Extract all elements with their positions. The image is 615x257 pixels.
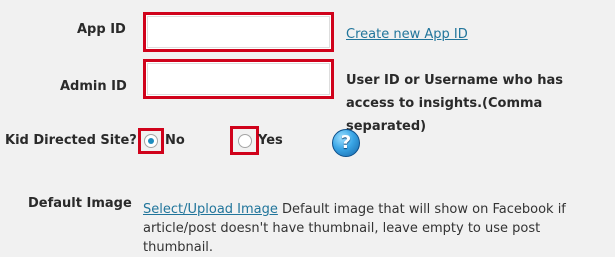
radio-yes-label[interactable]: Yes bbox=[258, 133, 283, 148]
radio-no-label[interactable]: No bbox=[165, 133, 185, 148]
radio-no-highlight bbox=[138, 128, 164, 154]
kid-directed-label: Kid Directed Site? bbox=[5, 133, 137, 148]
app-id-input[interactable] bbox=[147, 16, 330, 48]
default-image-description: Select/Upload Image Default image that w… bbox=[143, 200, 613, 257]
app-id-label: App ID bbox=[77, 22, 126, 37]
admin-id-input[interactable] bbox=[147, 63, 330, 95]
radio-yes[interactable] bbox=[238, 134, 252, 148]
question-mark-icon[interactable]: ? bbox=[332, 129, 360, 157]
radio-yes-highlight bbox=[230, 126, 259, 155]
admin-id-field-highlight bbox=[143, 59, 334, 99]
default-image-label: Default Image bbox=[28, 196, 132, 211]
app-id-field-highlight bbox=[143, 12, 334, 52]
create-app-id-link[interactable]: Create new App ID bbox=[346, 27, 468, 42]
radio-no[interactable] bbox=[144, 134, 158, 148]
admin-id-label: Admin ID bbox=[60, 79, 127, 94]
select-upload-image-link[interactable]: Select/Upload Image bbox=[143, 202, 278, 217]
admin-id-hint: User ID or Username who has access to in… bbox=[346, 73, 563, 134]
